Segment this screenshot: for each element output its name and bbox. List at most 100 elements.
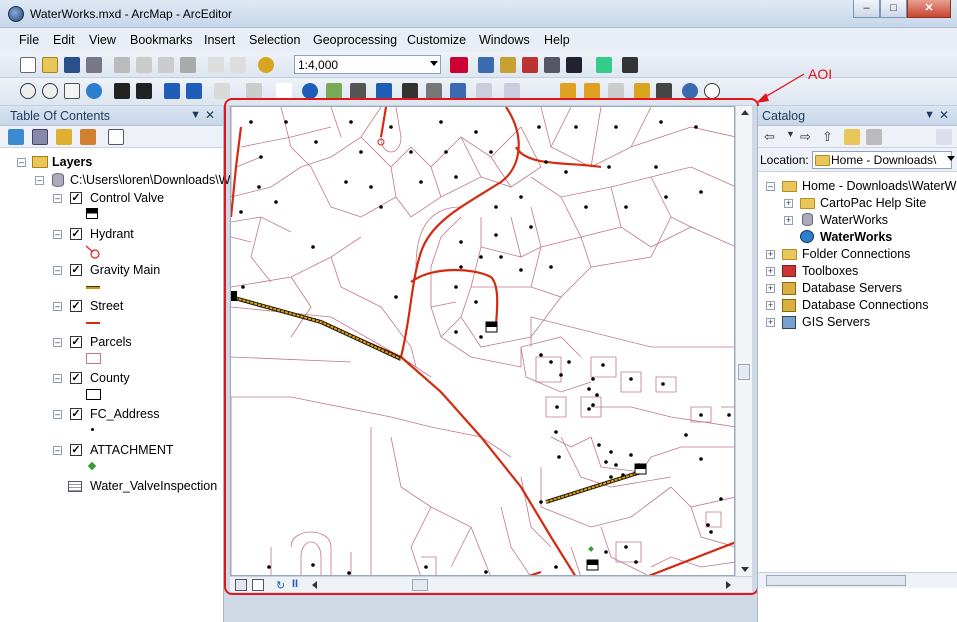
zoom-in-icon[interactable]	[20, 83, 36, 99]
hyperlink-icon[interactable]	[350, 83, 366, 99]
location-dropdown[interactable]: Home - Downloads\	[812, 151, 952, 169]
back-extent-icon[interactable]	[164, 83, 180, 99]
expand-icon[interactable]: +	[784, 216, 793, 225]
catalog-item-waterworks-mxd[interactable]: WaterWorks	[820, 230, 892, 244]
copy-icon[interactable]	[136, 57, 152, 73]
menu-view[interactable]: View	[89, 33, 116, 47]
expand-icon[interactable]: +	[766, 250, 775, 259]
forward-arrow-icon[interactable]: ⇨	[800, 129, 816, 145]
layer-gravity-main[interactable]: Gravity Main	[90, 263, 160, 277]
catalog-item-waterworks-gdb[interactable]: WaterWorks	[820, 213, 888, 227]
catalog-scroll-thumb[interactable]	[766, 575, 906, 586]
collapse-icon[interactable]: –	[53, 374, 62, 383]
collapse-icon[interactable]: –	[53, 446, 62, 455]
robot-icon[interactable]	[682, 83, 698, 99]
zoom-out-icon[interactable]	[42, 83, 58, 99]
go-to-xy-icon[interactable]	[450, 83, 466, 99]
menu-file[interactable]: File	[19, 33, 39, 47]
lock-icon[interactable]	[560, 83, 576, 99]
up-one-level-icon[interactable]: ⇧	[822, 129, 838, 145]
menu-windows[interactable]: Windows	[479, 33, 530, 47]
minimize-button[interactable]: –	[853, 0, 880, 18]
options-icon[interactable]	[108, 129, 124, 145]
close-icon[interactable]: ✕	[939, 108, 949, 122]
sync-icon[interactable]	[608, 83, 624, 99]
close-button[interactable]: ✕	[907, 0, 951, 18]
fixed-zoom-in-icon[interactable]	[114, 83, 130, 99]
arctoolbox-icon[interactable]	[522, 57, 538, 73]
collapse-icon[interactable]: –	[53, 266, 62, 275]
layer-attachment[interactable]: ATTACHMENT	[90, 443, 174, 457]
collapse-icon[interactable]: –	[766, 182, 775, 191]
fixed-zoom-out-icon[interactable]	[136, 83, 152, 99]
expand-icon[interactable]: +	[766, 301, 775, 310]
menu-geoprocessing[interactable]: Geoprocessing	[313, 33, 397, 47]
whats-this-icon[interactable]	[622, 57, 638, 73]
layer-checkbox[interactable]: ✓	[70, 408, 82, 420]
menu-edit[interactable]: Edit	[53, 33, 75, 47]
python-icon[interactable]	[566, 57, 582, 73]
expand-icon[interactable]: +	[766, 267, 775, 276]
menu-selection[interactable]: Selection	[249, 33, 300, 47]
create-viewer-icon[interactable]	[504, 83, 520, 99]
paste-icon[interactable]	[158, 57, 174, 73]
new-document-icon[interactable]	[20, 57, 36, 73]
full-extent-globe-icon[interactable]	[86, 83, 102, 99]
layer-fc-address[interactable]: FC_Address	[90, 407, 159, 421]
catalog-item-toolboxes[interactable]: Toolboxes	[802, 264, 858, 278]
add-data-icon[interactable]	[258, 57, 274, 73]
pin-icon[interactable]: ▼	[190, 109, 201, 121]
catalog-item-folder-connections[interactable]: Folder Connections	[802, 247, 910, 261]
catalog-item-cartopac[interactable]: CartoPac Help Site	[820, 196, 926, 210]
time-slider-icon[interactable]	[476, 83, 492, 99]
catalog-horizontal-scrollbar[interactable]	[758, 572, 957, 588]
expand-icon[interactable]: +	[784, 199, 793, 208]
layer-parcels[interactable]: Parcels	[90, 335, 132, 349]
catalog-item-database-connections[interactable]: Database Connections	[802, 298, 928, 312]
expand-icon[interactable]: +	[766, 284, 775, 293]
search-window-icon[interactable]	[544, 57, 560, 73]
collapse-icon[interactable]: –	[53, 230, 62, 239]
layer-checkbox[interactable]: ✓	[70, 444, 82, 456]
window-icon[interactable]	[478, 57, 494, 73]
menu-bookmarks[interactable]: Bookmarks	[130, 33, 193, 47]
at-sign-icon[interactable]	[704, 83, 720, 99]
catalog-item-home[interactable]: Home - Downloads\WaterW	[802, 179, 956, 193]
back-arrow-icon[interactable]: ⇦	[764, 129, 780, 145]
data-frame-layers[interactable]: Layers	[52, 155, 92, 169]
measure-icon[interactable]	[376, 83, 392, 99]
toc-source-path[interactable]: C:\Users\loren\Downloads\W	[70, 173, 230, 187]
collapse-icon[interactable]: –	[35, 176, 44, 185]
collapse-icon[interactable]: –	[53, 338, 62, 347]
undo-icon[interactable]	[208, 57, 224, 73]
layer-control-valve[interactable]: Control Valve	[90, 191, 164, 205]
catalog-item-database-servers[interactable]: Database Servers	[802, 281, 902, 295]
layer-street[interactable]: Street	[90, 299, 123, 313]
save-icon[interactable]	[64, 57, 80, 73]
maximize-button[interactable]: □	[880, 0, 907, 18]
list-by-selection-icon[interactable]	[80, 129, 96, 145]
select-features-icon[interactable]	[214, 83, 230, 99]
home-folder-icon[interactable]	[844, 129, 860, 145]
catalog-icon[interactable]	[500, 57, 516, 73]
menu-customize[interactable]: Customize	[407, 33, 466, 47]
open-folder-icon[interactable]	[42, 57, 58, 73]
collapse-icon[interactable]: –	[17, 158, 26, 167]
map-scale-dropdown[interactable]: 1:4,000	[294, 55, 441, 74]
editor-toolbar-icon[interactable]	[450, 57, 468, 73]
menu-help[interactable]: Help	[544, 33, 570, 47]
expand-icon[interactable]: +	[766, 318, 775, 327]
delete-icon[interactable]	[180, 57, 196, 73]
list-by-visibility-icon[interactable]	[56, 129, 72, 145]
find-binoculars-icon[interactable]	[402, 83, 418, 99]
select-elements-arrow-icon[interactable]	[276, 83, 292, 99]
layer-checkbox[interactable]: ✓	[70, 336, 82, 348]
connect-folder-icon[interactable]	[866, 129, 882, 145]
identify-icon[interactable]	[302, 83, 318, 99]
cut-icon[interactable]	[114, 57, 130, 73]
collapse-icon[interactable]: –	[53, 410, 62, 419]
catalog-item-gis-servers[interactable]: GIS Servers	[802, 315, 870, 329]
forward-extent-icon[interactable]	[186, 83, 202, 99]
menu-insert[interactable]: Insert	[204, 33, 235, 47]
list-by-source-icon[interactable]	[32, 129, 48, 145]
